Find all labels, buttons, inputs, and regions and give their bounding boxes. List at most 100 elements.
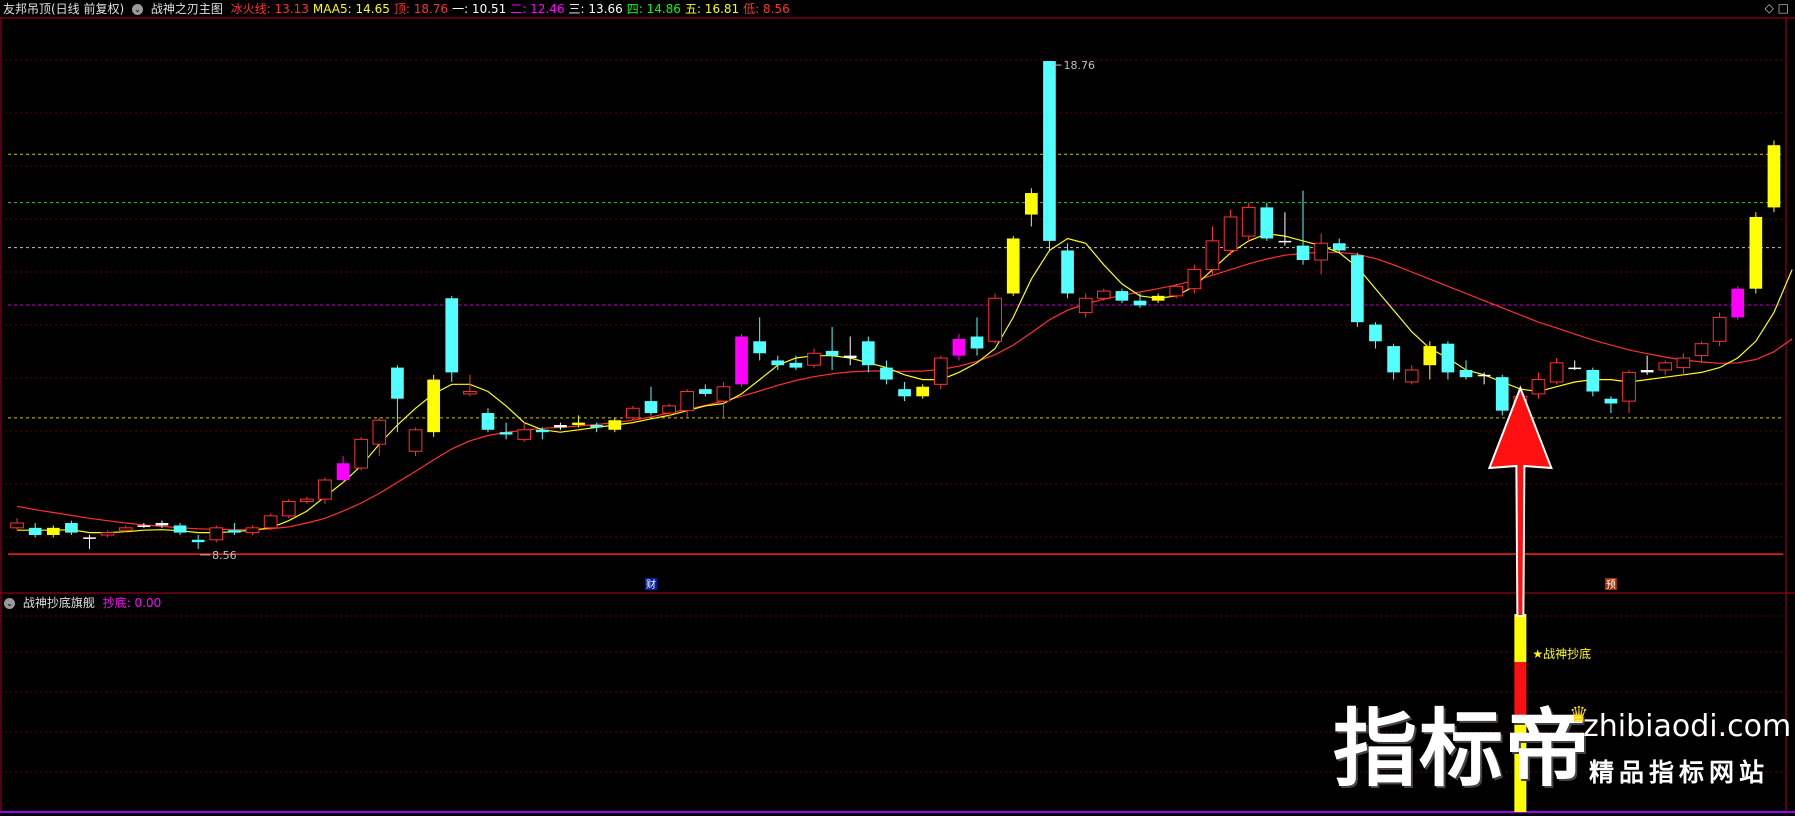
candle-74[interactable] (1351, 252, 1364, 327)
candle-77[interactable] (1404, 365, 1419, 385)
candle-49[interactable] (898, 381, 911, 402)
candle-21[interactable] (391, 365, 404, 433)
candle-70[interactable] (1278, 212, 1292, 246)
candle-33[interactable] (608, 417, 622, 433)
candle-96[interactable] (1749, 212, 1763, 294)
candle-26[interactable] (481, 408, 495, 433)
candle-35[interactable] (644, 386, 658, 416)
chart-canvas[interactable]: 18.76 8.56 财 预 ★战神抄底 (0, 0, 1795, 816)
candle-38[interactable] (698, 384, 712, 397)
candle-93[interactable] (1694, 341, 1709, 363)
indicator-value-1: MAA5: 14.65 (312, 2, 390, 16)
candle-72[interactable] (1314, 233, 1328, 275)
candle-64[interactable] (1169, 283, 1184, 299)
indicator-value-8: 低: 8.56 (743, 2, 790, 16)
candle-7[interactable] (137, 523, 151, 528)
candle-11[interactable] (209, 525, 224, 543)
candle-18[interactable] (336, 456, 350, 483)
candle-47[interactable] (861, 336, 875, 373)
candle-94[interactable] (1712, 312, 1727, 347)
candle-19[interactable] (354, 436, 369, 471)
candle-76[interactable] (1387, 343, 1400, 380)
candle-0[interactable] (10, 518, 24, 531)
candle-5[interactable] (100, 530, 115, 538)
candle-63[interactable] (1151, 293, 1165, 304)
candle-88[interactable] (1604, 396, 1618, 414)
candle-42[interactable] (771, 355, 785, 370)
candle-37[interactable] (680, 389, 695, 418)
square-icon[interactable]: □ (1778, 1, 1789, 15)
candle-90[interactable] (1640, 355, 1654, 375)
candle-62[interactable] (1133, 293, 1147, 308)
candle-54[interactable] (988, 293, 1002, 344)
candle-78[interactable] (1423, 341, 1437, 380)
candle-28[interactable] (517, 422, 532, 442)
candle-55[interactable] (1006, 236, 1020, 296)
candle-41[interactable] (753, 317, 766, 361)
candle-34[interactable] (626, 405, 640, 421)
candle-15[interactable] (281, 499, 296, 519)
candle-1[interactable] (28, 523, 42, 538)
price-annotation-1: 8.56 (212, 549, 237, 562)
candle-57[interactable] (1043, 61, 1056, 251)
candle-82[interactable] (1495, 374, 1509, 416)
candle-44[interactable] (807, 348, 821, 368)
candle-65[interactable] (1187, 264, 1202, 294)
candle-20[interactable] (372, 417, 387, 457)
sub-indicator-dropdown-icon[interactable]: ⌄ (4, 598, 15, 609)
candle-56[interactable] (1025, 188, 1038, 227)
candle-30[interactable] (554, 422, 567, 430)
candle-2[interactable] (46, 525, 60, 538)
candle-3[interactable] (65, 520, 78, 535)
candle-14[interactable] (263, 513, 278, 531)
candle-91[interactable] (1658, 360, 1673, 375)
candle-39[interactable] (716, 381, 731, 418)
candle-46[interactable] (843, 336, 857, 366)
signal-bar-yellow-top (1514, 614, 1527, 662)
candle-68[interactable] (1241, 202, 1256, 241)
candle-86[interactable] (1568, 360, 1582, 370)
candle-75[interactable] (1369, 322, 1382, 349)
indicator-value-7: 五: 16.81 (684, 2, 740, 16)
candle-9[interactable] (173, 523, 187, 535)
candle-13[interactable] (245, 525, 260, 535)
candle-59[interactable] (1078, 293, 1093, 318)
candle-67[interactable] (1223, 209, 1238, 256)
main-indicator-name[interactable]: 战神之刃主图 (151, 2, 223, 16)
candle-58[interactable] (1061, 243, 1074, 299)
window-controls: ◇ □ (1765, 0, 1789, 16)
candle-89[interactable] (1622, 370, 1636, 414)
indicator-dropdown-icon[interactable]: ⌄ (132, 4, 144, 15)
candle-48[interactable] (880, 360, 893, 385)
candle-69[interactable] (1260, 202, 1274, 241)
candle-66[interactable] (1205, 226, 1220, 275)
candle-61[interactable] (1115, 288, 1129, 304)
candle-71[interactable] (1296, 190, 1310, 265)
sub-indicator-name[interactable]: 战神抄底旗舰 (23, 596, 95, 610)
candle-51[interactable] (933, 355, 948, 390)
candle-22[interactable] (408, 427, 423, 457)
candle-79[interactable] (1441, 341, 1455, 380)
candle-53[interactable] (970, 317, 984, 356)
candle-92[interactable] (1676, 353, 1691, 375)
candle-95[interactable] (1731, 286, 1745, 320)
candle-97[interactable] (1767, 140, 1781, 213)
diamond-icon[interactable]: ◇ (1765, 1, 1774, 15)
indicator-value-6: 四: 14.86 (626, 2, 681, 16)
candle-84[interactable] (1531, 372, 1546, 399)
signal-label: 抄底: (102, 596, 131, 610)
candle-16[interactable] (300, 496, 314, 504)
candle-87[interactable] (1586, 367, 1600, 397)
watermark-slogan: 精品指标网站 (1589, 758, 1770, 787)
candle-24[interactable] (445, 295, 459, 382)
candle-45[interactable] (825, 326, 839, 370)
candle-85[interactable] (1549, 358, 1564, 385)
stock-name[interactable]: 友邦吊顶(日线 前复权) (3, 2, 124, 16)
candle-50[interactable] (916, 384, 930, 399)
candle-52[interactable] (952, 334, 966, 361)
candle-40[interactable] (735, 334, 748, 387)
candle-23[interactable] (427, 374, 440, 437)
indicator-value-5: 三: 13.66 (568, 2, 623, 16)
candle-80[interactable] (1459, 360, 1473, 380)
candle-10[interactable] (191, 535, 205, 549)
